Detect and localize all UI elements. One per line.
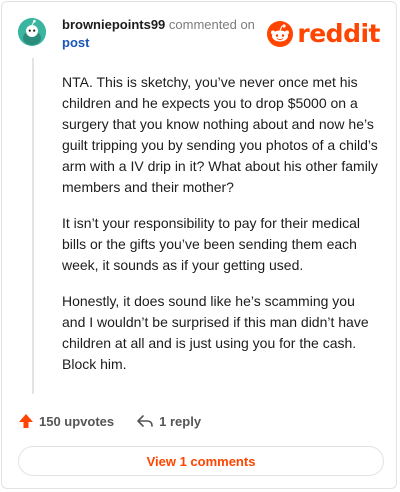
user-avatar[interactable] (18, 18, 46, 46)
reddit-snoo-icon (267, 21, 294, 47)
upvote-button[interactable]: 150 upvotes (18, 413, 114, 429)
username[interactable]: browniepoints99 (62, 17, 165, 32)
comment-card: browniepoints99 commented on post reddit… (1, 1, 397, 489)
reply-count: 1 reply (159, 413, 202, 429)
reddit-wordmark: reddit (297, 19, 380, 48)
action-text: commented on (168, 17, 255, 32)
comment-paragraph: Honestly, it does sound like he’s scammi… (62, 293, 369, 372)
comment-actions: 150 upvotes 1 reply (18, 410, 201, 432)
reply-arrow-icon (137, 415, 153, 427)
upvote-count: 150 upvotes (39, 413, 115, 429)
snoo-avatar-icon (18, 18, 46, 46)
comment-paragraph: NTA. This is sketchy, you’ve never once … (62, 74, 378, 195)
upvote-arrow-icon (19, 414, 33, 428)
reddit-logo: reddit (267, 20, 380, 48)
comment-body: NTA. This is sketchy, you’ve never once … (62, 72, 382, 390)
view-comments-button[interactable]: View 1 comments (18, 446, 384, 476)
comment-paragraph: It isn’t your responsibility to pay for … (62, 215, 361, 273)
thread-line[interactable] (32, 58, 34, 394)
reply-button[interactable]: 1 reply (136, 413, 201, 429)
post-link[interactable]: post (62, 34, 255, 52)
comment-header: browniepoints99 commented on post (62, 16, 255, 52)
